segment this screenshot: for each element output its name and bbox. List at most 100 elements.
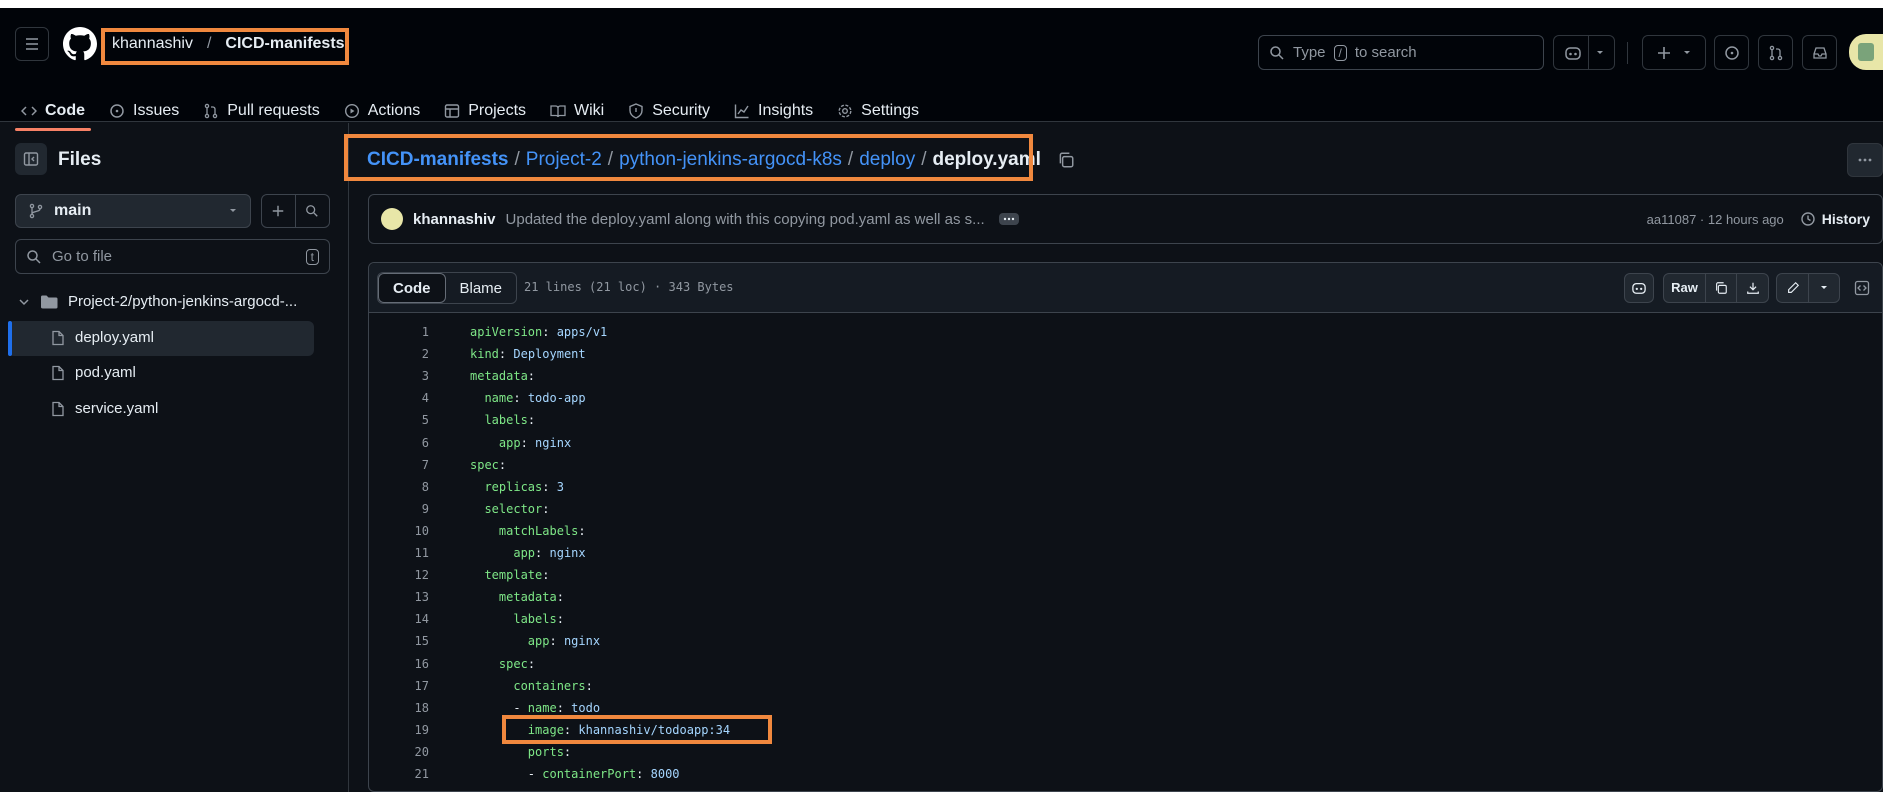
- code-line: 6 app: nginx: [369, 432, 1882, 454]
- code-view-tab[interactable]: Code: [378, 273, 446, 303]
- chevron-down-icon: [1684, 50, 1690, 54]
- add-search-group: [261, 194, 330, 228]
- yaml-value: Deployment: [506, 347, 586, 362]
- line-number[interactable]: 17: [369, 679, 429, 693]
- yaml-colon: :: [527, 656, 536, 671]
- branch-selector[interactable]: main: [15, 194, 251, 228]
- global-header: khannashiv / CICD-manifests Type / to se…: [0, 8, 1883, 131]
- line-number[interactable]: 12: [369, 568, 429, 582]
- go-to-file-input[interactable]: Go to file t: [15, 239, 330, 274]
- line-content: ports:: [470, 745, 571, 759]
- search-code-button[interactable]: [296, 195, 330, 227]
- line-number[interactable]: 11: [369, 546, 429, 560]
- commit-message[interactable]: Updated the deploy.yaml along with this …: [506, 211, 985, 228]
- code-icon: [21, 106, 37, 116]
- code-line: 5 labels:: [369, 409, 1882, 431]
- line-content: selector:: [470, 502, 549, 516]
- code-line: 13 metadata:: [369, 586, 1882, 608]
- code-line: 16 spec:: [369, 653, 1882, 675]
- tree-folder[interactable]: Project-2/python-jenkins-argocd-...: [18, 293, 297, 310]
- file-label: pod.yaml: [75, 364, 136, 381]
- line-number[interactable]: 5: [369, 413, 429, 427]
- pull-requests-button[interactable]: [1758, 35, 1793, 70]
- line-number[interactable]: 15: [369, 634, 429, 648]
- code-line: 8 replicas: 3: [369, 476, 1882, 498]
- code-line: 1 apiVersion: apps/v1: [369, 321, 1882, 343]
- blame-view-tab[interactable]: Blame: [446, 273, 517, 303]
- yaml-value: nginx: [542, 546, 586, 560]
- yaml-value: todo-app: [520, 391, 586, 406]
- more-options-button[interactable]: [1847, 143, 1883, 177]
- github-logo-icon[interactable]: [63, 27, 97, 61]
- tree-file-service[interactable]: service.yaml: [51, 400, 158, 417]
- line-number[interactable]: 18: [369, 701, 429, 715]
- edit-file-button[interactable]: [1777, 274, 1809, 302]
- commit-author-avatar[interactable]: [381, 208, 403, 230]
- copilot-file-button[interactable]: [1624, 273, 1654, 303]
- folder-label: Project-2/python-jenkins-argocd-...: [68, 293, 298, 310]
- line-number[interactable]: 19: [369, 723, 429, 737]
- avatar[interactable]: [1849, 34, 1883, 70]
- line-number[interactable]: 21: [369, 767, 429, 781]
- table-icon: [445, 104, 460, 118]
- tree-file-pod[interactable]: pod.yaml: [51, 364, 136, 381]
- code-line: 3 metadata:: [369, 365, 1882, 387]
- copy-raw-button[interactable]: [1706, 274, 1737, 302]
- yaml-colon: :: [578, 523, 586, 538]
- line-number[interactable]: 3: [369, 369, 429, 383]
- line-content: app: nginx: [470, 634, 600, 648]
- collapse-sidebar-button[interactable]: [15, 143, 47, 175]
- line-number[interactable]: 2: [369, 347, 429, 361]
- line-number[interactable]: 9: [369, 502, 429, 516]
- line-number[interactable]: 7: [369, 458, 429, 472]
- raw-copy-download-group: Raw: [1663, 273, 1769, 303]
- edit-dropdown-button[interactable]: [1809, 274, 1839, 302]
- commit-hash-time[interactable]: aa11087 · 12 hours ago: [1647, 212, 1784, 227]
- pencil-icon: [1787, 281, 1799, 293]
- add-file-button[interactable]: [262, 195, 296, 227]
- tab-label: Pull requests: [227, 102, 320, 119]
- create-new-button[interactable]: [1642, 35, 1706, 70]
- search-icon: [1270, 45, 1284, 60]
- book-icon: [550, 105, 566, 118]
- code-square-icon: [1854, 280, 1870, 296]
- highlight-box-image-line: [502, 715, 772, 744]
- file-label: deploy.yaml: [75, 329, 154, 346]
- hamburger-menu-button[interactable]: [15, 27, 49, 61]
- code-line: 4 name: todo-app: [369, 387, 1882, 409]
- line-number[interactable]: 16: [369, 657, 429, 671]
- search-input[interactable]: Type / to search: [1258, 35, 1544, 70]
- line-number[interactable]: 20: [369, 745, 429, 759]
- highlight-box-repo: [101, 28, 349, 65]
- line-number[interactable]: 8: [369, 480, 429, 494]
- inbox-button[interactable]: [1802, 35, 1837, 70]
- line-number[interactable]: 6: [369, 436, 429, 450]
- line-number[interactable]: 13: [369, 590, 429, 604]
- yaml-colon: :: [527, 369, 536, 384]
- search-placeholder-suffix: to search: [1354, 44, 1417, 61]
- expand-commit-button[interactable]: [998, 213, 1019, 225]
- download-button[interactable]: [1737, 274, 1768, 302]
- line-number[interactable]: 4: [369, 391, 429, 405]
- commit-author[interactable]: khannashiv: [413, 211, 496, 228]
- raw-button[interactable]: Raw: [1664, 274, 1706, 302]
- line-number[interactable]: 1: [369, 325, 429, 339]
- history-link[interactable]: History: [1822, 211, 1870, 227]
- tree-file-deploy[interactable]: deploy.yaml: [51, 329, 154, 346]
- git-pull-request-icon: [1769, 45, 1782, 60]
- line-number[interactable]: 10: [369, 524, 429, 538]
- tab-label: Settings: [861, 102, 919, 119]
- yaml-colon: :: [556, 612, 564, 627]
- symbols-panel-button[interactable]: [1847, 273, 1877, 303]
- issue-opened-icon: [1724, 45, 1739, 60]
- sidebar-collapse-icon: [23, 152, 39, 166]
- line-number[interactable]: 14: [369, 612, 429, 626]
- copy-icon[interactable]: [1057, 151, 1075, 169]
- yaml-key: metadata: [470, 369, 528, 384]
- copilot-menu-button[interactable]: [1553, 35, 1615, 70]
- issues-button[interactable]: [1714, 35, 1749, 70]
- tab-label: Code: [45, 102, 85, 119]
- code-line: 21 - containerPort: 8000: [369, 763, 1882, 785]
